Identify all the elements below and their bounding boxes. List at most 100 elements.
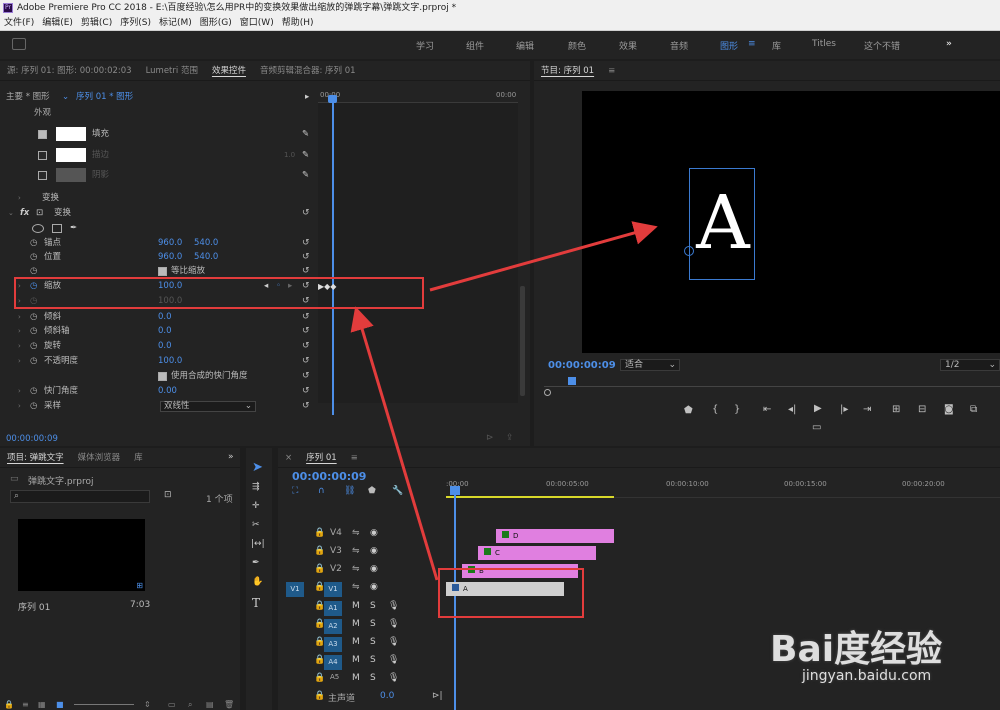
menu-window[interactable]: 窗口(W) xyxy=(236,16,278,31)
go-to-out-icon[interactable]: ⇥ xyxy=(863,404,871,415)
mute-button[interactable]: M xyxy=(352,673,360,683)
solo-button[interactable]: S xyxy=(370,601,376,611)
zoom-slider[interactable] xyxy=(74,704,134,705)
opacity-value[interactable]: 100.0 xyxy=(158,354,182,369)
mute-button[interactable]: M xyxy=(352,655,360,665)
stopwatch-icon[interactable]: ◷ xyxy=(30,324,37,339)
track-select-tool-icon[interactable]: ⇶ xyxy=(252,482,260,492)
mark-in-icon[interactable]: { xyxy=(712,404,718,415)
workspace-learn[interactable]: 学习 xyxy=(416,39,434,52)
find-icon[interactable]: ⌕ xyxy=(188,700,192,710)
resolution-select[interactable]: 1/2 ⌄ xyxy=(940,359,1000,371)
sync-lock-icon[interactable]: ⇋ xyxy=(352,546,360,556)
menu-help[interactable]: 帮助(H) xyxy=(278,16,318,31)
sync-lock-icon[interactable]: ⇋ xyxy=(352,582,360,592)
mute-button[interactable]: M xyxy=(352,601,360,611)
timeline-timecode[interactable]: 00:00:00:09 xyxy=(292,470,366,483)
shadow-checkbox[interactable] xyxy=(38,171,47,180)
go-to-in-icon[interactable]: ⇤ xyxy=(763,404,771,415)
program-timecode[interactable]: 00:00:00:09 xyxy=(548,360,616,371)
tab-libraries[interactable]: 库 xyxy=(127,448,150,467)
sequence-thumbnail[interactable]: ⊞ xyxy=(18,519,145,591)
stroke-color-swatch[interactable] xyxy=(56,148,86,162)
program-video-frame[interactable]: A xyxy=(582,91,1000,353)
add-marker-icon[interactable]: ⬟ xyxy=(368,486,376,496)
reset-icon[interactable]: ↺ xyxy=(302,250,310,265)
track-label[interactable]: A3 xyxy=(324,637,342,652)
pen-mask-icon[interactable]: ✒ xyxy=(70,221,77,236)
solo-button[interactable]: S xyxy=(370,637,376,647)
workspace-menu-icon[interactable]: ≡ xyxy=(748,39,756,49)
zoom-scroll-handle[interactable] xyxy=(544,389,551,396)
anchor-point-icon[interactable] xyxy=(684,246,694,256)
hand-tool-icon[interactable]: ✋ xyxy=(252,577,263,587)
extract-icon[interactable]: ⊟ xyxy=(918,404,926,415)
uniform-scale-checkbox[interactable] xyxy=(158,267,167,276)
menu-marker[interactable]: 标记(M) xyxy=(155,16,196,31)
eyedropper-icon[interactable]: ✎ xyxy=(302,127,309,142)
reset-icon[interactable]: ↺ xyxy=(302,324,310,339)
stopwatch-icon[interactable]: ◷ xyxy=(30,310,37,325)
keyframe-area[interactable] xyxy=(318,103,518,403)
tab-audio-mixer[interactable]: 音频剪辑混合器: 序列 01 xyxy=(253,61,363,80)
sync-lock-icon[interactable]: ⇋ xyxy=(352,528,360,538)
eyedropper-icon[interactable]: ✎ xyxy=(302,168,309,183)
menu-clip[interactable]: 剪辑(C) xyxy=(77,16,116,31)
menu-edit[interactable]: 编辑(E) xyxy=(38,16,77,31)
shutter-angle-value[interactable]: 0.00 xyxy=(158,384,177,399)
source-patch-v1[interactable]: V1 xyxy=(286,582,304,597)
skew-value[interactable]: 0.0 xyxy=(158,310,172,325)
mark-out-icon[interactable]: } xyxy=(734,404,740,415)
add-marker-icon[interactable]: ⬟ xyxy=(684,405,693,416)
track-label[interactable]: A2 xyxy=(324,619,342,634)
solo-button[interactable]: S xyxy=(370,673,376,683)
close-icon[interactable]: × xyxy=(278,448,299,467)
clip-d[interactable]: D xyxy=(496,529,614,543)
expand-icon[interactable]: › xyxy=(18,310,21,325)
timeline-playhead-handle[interactable] xyxy=(450,486,460,495)
linked-selection-icon[interactable]: ⛓ xyxy=(344,486,355,496)
stopwatch-icon[interactable]: ◷ xyxy=(30,354,37,369)
step-forward-icon[interactable]: |▸ xyxy=(840,404,848,415)
clip-path[interactable]: 主要 * 图形 xyxy=(6,90,50,104)
stopwatch-icon[interactable]: ◷ xyxy=(30,399,37,414)
position-x-value[interactable]: 960.0 xyxy=(158,250,182,265)
reset-icon[interactable]: ↺ xyxy=(302,339,310,354)
microphone-icon[interactable]: 🎙 xyxy=(388,619,399,629)
sequence-item-name[interactable]: 序列 01 xyxy=(18,600,50,613)
icon-view-icon[interactable]: ▦ xyxy=(38,700,46,709)
workspace-audio[interactable]: 音频 xyxy=(670,39,688,52)
stopwatch-icon[interactable]: ◷ xyxy=(30,384,37,399)
chevron-down-icon[interactable]: ⌄ xyxy=(62,90,69,104)
tab-effect-controls[interactable]: 效果控件 xyxy=(205,61,253,80)
new-item-icon[interactable]: ▤ xyxy=(206,700,214,709)
stopwatch-icon[interactable]: ◷ xyxy=(30,250,37,265)
eye-icon[interactable]: ◉ xyxy=(370,564,378,574)
reset-icon[interactable]: ↺ xyxy=(302,310,310,325)
export-frame-icon[interactable]: ◙ xyxy=(944,404,954,415)
razor-tool-icon[interactable]: ✂ xyxy=(252,520,260,530)
project-search-input[interactable]: ⌕ xyxy=(10,490,150,503)
graphic-text-letter[interactable]: A xyxy=(695,175,751,271)
sampling-select[interactable]: 双线性 ⌄ xyxy=(160,401,256,412)
new-bin-from-search-icon[interactable]: ⊡ xyxy=(164,490,172,500)
menu-sequence[interactable]: 序列(S) xyxy=(116,16,155,31)
expand-icon[interactable]: › xyxy=(18,339,21,354)
workspace-effects[interactable]: 效果 xyxy=(619,39,637,52)
expand-icon[interactable]: › xyxy=(18,384,21,399)
solo-button[interactable]: S xyxy=(370,655,376,665)
reset-icon[interactable]: ↺ xyxy=(302,354,310,369)
playhead-line[interactable] xyxy=(332,97,334,415)
wrench-icon[interactable]: 🔧 xyxy=(392,486,403,496)
stopwatch-icon[interactable]: ◷ xyxy=(30,236,37,251)
sequence-path[interactable]: 序列 01 * 图形 xyxy=(76,90,133,104)
eyedropper-icon[interactable]: ✎ xyxy=(302,148,309,163)
composite-shutter-checkbox[interactable] xyxy=(158,372,167,381)
eye-icon[interactable]: ◉ xyxy=(370,582,378,592)
effect-scrollbar[interactable] xyxy=(520,286,525,396)
microphone-icon[interactable]: 🎙 xyxy=(388,637,399,647)
track-label[interactable]: V1 xyxy=(324,582,342,597)
workspace-graphics[interactable]: 图形 xyxy=(720,39,738,52)
workspace-libraries[interactable]: 库 xyxy=(772,39,781,52)
stroke-width[interactable]: 1.0 xyxy=(284,148,295,163)
